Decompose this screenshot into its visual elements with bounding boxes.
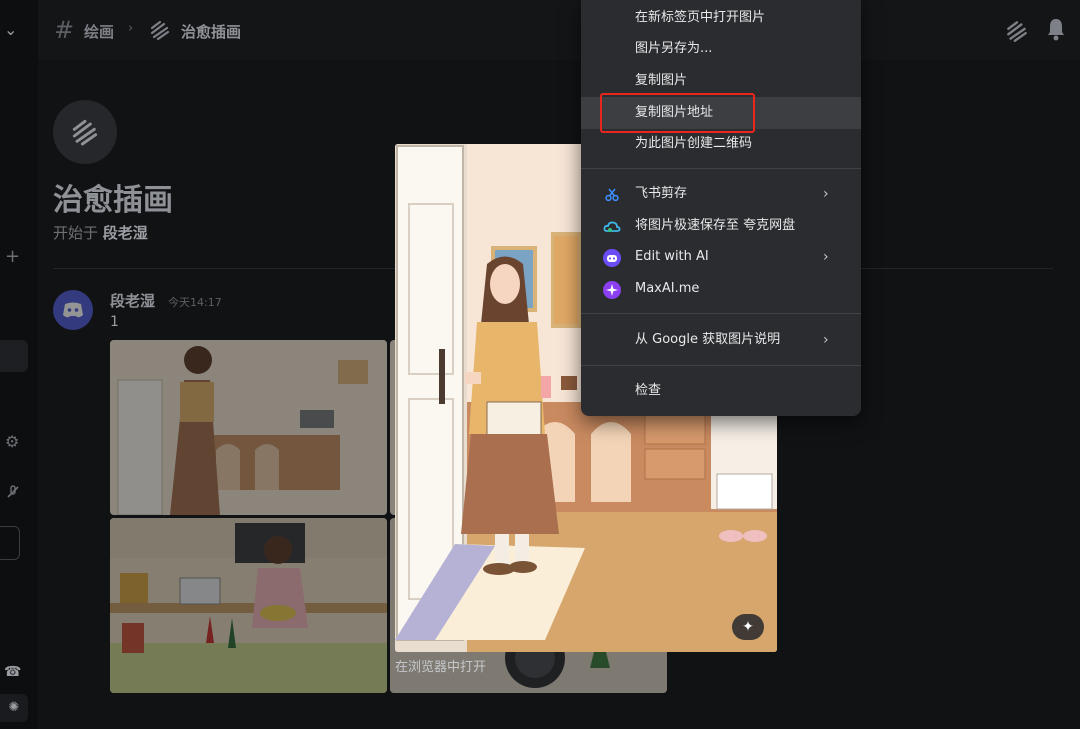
menu-item-label: 从 Google 获取图片说明 [635,332,781,347]
menu-separator [581,168,861,169]
chevron-right-icon: › [823,249,829,265]
message-timestamp: 今天14:17 [168,296,222,309]
ai-bot-icon [603,248,621,267]
menu-item-label: 检查 [635,383,662,398]
menu-separator [581,365,861,366]
message-text: 1 [110,314,119,330]
menu-item-label: 图片另存为... [635,41,713,56]
selected-channel-indicator[interactable] [0,340,28,372]
channel-header: # 绘画 › 治愈插画 [38,0,1080,60]
bell-icon[interactable] [1044,16,1068,42]
chevron-right-icon: › [823,186,829,202]
menu-item-label: 飞书剪存 [635,186,688,201]
thread-title: 治愈插画 [53,183,173,218]
menu-item-maxai[interactable]: MaxAI.me [581,273,861,305]
open-in-browser-link[interactable]: 在浏览器中打开 [395,656,486,675]
chevron-right-icon: › [128,21,134,36]
started-by-user[interactable]: 段老湿 [103,224,148,242]
mic-off-icon[interactable] [5,484,21,504]
image-attachment[interactable] [110,340,387,515]
menu-item-label: MaxAI.me [635,281,700,296]
server-sidebar: ⌄ + ⚙ ☎ ✺ [0,0,38,729]
sparkle-icon [603,280,621,299]
avatar[interactable] [53,290,93,330]
chevron-right-icon: › [823,332,829,348]
highlight-annotation-box [600,93,755,133]
menu-item-feishu-clip[interactable]: 飞书剪存 › [581,178,861,210]
context-menu: 在新标签页中打开图片 图片另存为... 复制图片 复制图片地址 为此图片创建二维… [581,0,861,416]
breadcrumb-thread: 治愈插画 [181,23,242,41]
message-author[interactable]: 段老湿 [110,290,155,311]
image-attachment[interactable] [110,518,387,693]
panel-toggle[interactable] [0,526,20,560]
thread-icon [72,119,98,146]
menu-item-label: 在新标签页中打开图片 [635,10,766,25]
chevron-down-icon[interactable]: ⌄ [4,20,17,39]
thread-started-by: 开始于 段老湿 [53,222,148,243]
discord-logo-icon [63,302,83,318]
menu-item-save-to-quark[interactable]: 将图片极速保存至 夸克网盘 [581,210,861,242]
started-prefix: 开始于 [53,224,99,242]
menu-item-open-image-new-tab[interactable]: 在新标签页中打开图片 [581,2,861,34]
menu-item-inspect[interactable]: 检查 [581,375,861,407]
breadcrumb-channel[interactable]: 绘画 [84,21,114,42]
gear-icon[interactable]: ⚙ [5,432,19,451]
menu-separator [581,313,861,314]
menu-item-google-image-description[interactable]: 从 Google 获取图片说明 › [581,324,861,356]
threads-icon[interactable] [1004,18,1030,44]
scissors-icon [603,185,621,204]
settings-icon[interactable]: ✺ [0,694,28,722]
menu-item-label: 将图片极速保存至 夸克网盘 [635,218,796,233]
cloud-icon [603,217,621,235]
thread-icon [150,20,170,41]
menu-item-label: Edit with AI [635,249,709,264]
menu-item-edit-with-ai[interactable]: Edit with AI › [581,241,861,273]
phone-icon[interactable]: ☎ [4,664,21,680]
hash-icon: # [54,16,75,44]
magic-wand-icon[interactable]: ✦ [732,614,764,640]
thread-avatar [53,100,117,164]
menu-item-save-image-as[interactable]: 图片另存为... [581,33,861,65]
plus-icon[interactable]: + [5,246,20,267]
